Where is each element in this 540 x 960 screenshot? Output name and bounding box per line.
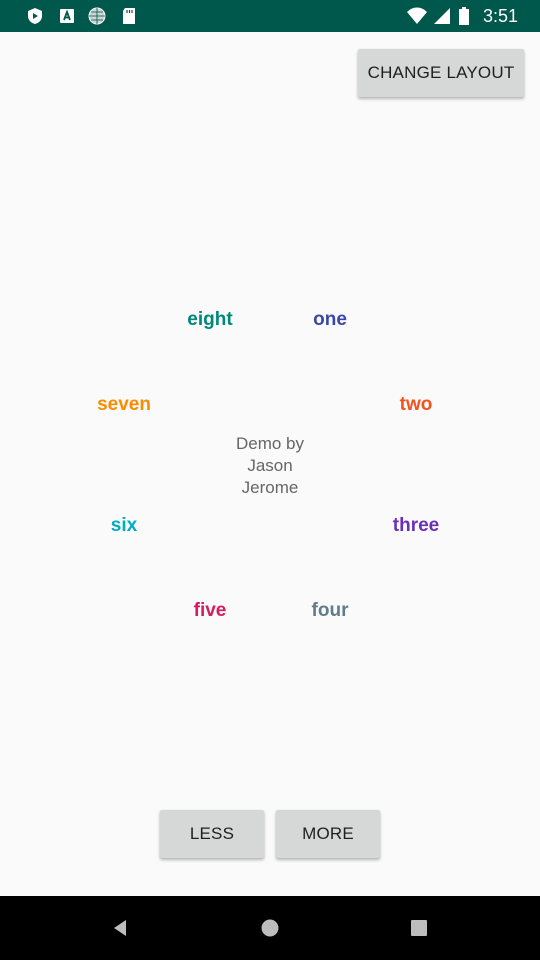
word-two: two xyxy=(399,394,433,415)
more-button[interactable]: MORE xyxy=(276,810,380,858)
demo-credit-line: Jerome xyxy=(241,478,299,497)
word-eight: eight xyxy=(187,309,233,330)
word-four: four xyxy=(311,600,349,621)
recents-icon[interactable] xyxy=(405,914,433,942)
word-seven: seven xyxy=(97,394,151,415)
globe-icon xyxy=(88,7,106,25)
home-icon[interactable] xyxy=(256,914,284,942)
word-one: one xyxy=(313,309,347,330)
demo-credit-line: Jason xyxy=(247,456,293,475)
less-button[interactable]: LESS xyxy=(160,810,264,858)
demo-credit: Demo by Jason Jerome xyxy=(210,433,330,499)
sd-card-icon xyxy=(123,8,135,24)
demo-credit-line: Demo by xyxy=(235,434,305,453)
font-a-icon xyxy=(60,9,74,23)
word-three: three xyxy=(392,515,440,536)
change-layout-button[interactable]: CHANGE LAYOUT xyxy=(358,49,524,97)
app-content: CHANGE LAYOUT one two three four five si… xyxy=(0,32,540,896)
status-bar: 3:51 xyxy=(0,0,540,32)
navigation-bar xyxy=(0,896,540,960)
battery-icon xyxy=(459,7,469,25)
status-time: 3:51 xyxy=(482,6,518,26)
cell-signal-icon xyxy=(434,8,450,24)
wifi-icon xyxy=(407,7,427,24)
back-icon[interactable] xyxy=(106,914,134,942)
play-protect-icon xyxy=(28,8,42,24)
word-six: six xyxy=(110,515,138,536)
word-five: five xyxy=(193,600,227,621)
